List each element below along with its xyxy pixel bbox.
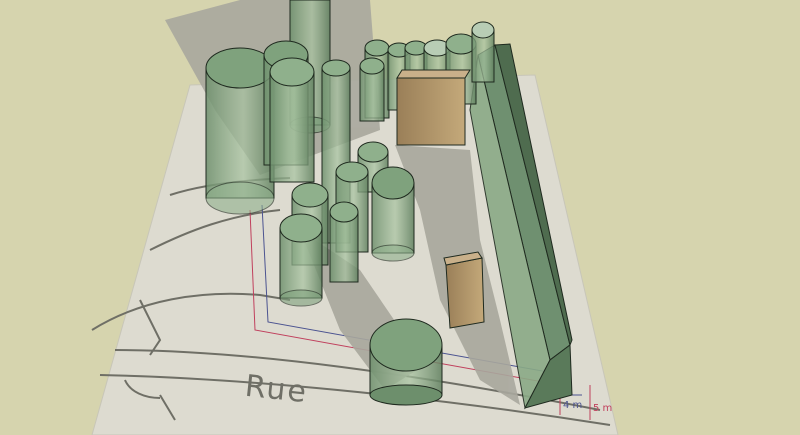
short-wide-cylinder [369,318,443,406]
3d-viewport[interactable]: Rue 4 m 5 m [0,0,800,435]
dimension-label-inner: 4 m [563,400,583,411]
cylinder-left-3 [269,57,315,183]
cylinder-front-mid [329,201,359,283]
cylinder-mid-3 [371,166,415,262]
dimension-label-outer: 5 m [593,403,613,414]
brown-block-front [443,251,485,329]
cylinder-front-left [279,213,323,307]
street-label: Rue [243,368,310,411]
brown-block-back [396,69,471,146]
scene-canvas[interactable] [0,0,800,435]
